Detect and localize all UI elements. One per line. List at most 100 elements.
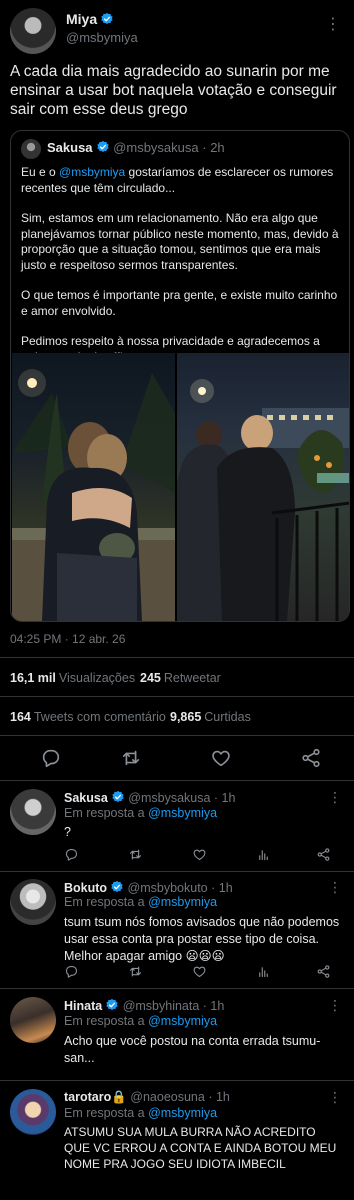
reply-text: ATSUMU SUA MULA BURRA NÃO ACREDITO QUE V…: [64, 1125, 337, 1171]
avatar[interactable]: [10, 997, 56, 1043]
quoted-text-p3: O que temos é importante pra gente, e ex…: [21, 288, 338, 318]
verified-icon: [110, 880, 124, 894]
tweet-timestamp[interactable]: 04:25 PM · 12 abr. 26: [10, 632, 125, 646]
views-label: Visualizações: [58, 671, 136, 685]
more-icon[interactable]: ⋮: [328, 1089, 342, 1106]
reply-icon[interactable]: [64, 847, 82, 865]
quoted-header: Sakusa @msbysakusa · 2h: [47, 140, 225, 155]
verified-icon: [105, 998, 119, 1012]
quoted-text-p2: Sim, estamos em um relacionamento. Não e…: [21, 211, 339, 272]
reply-author-name[interactable]: tarotaro🔒: [64, 1090, 127, 1104]
reply-actions: [64, 847, 346, 865]
quote-tweets-stat[interactable]: 164 Tweets com comentário: [10, 710, 166, 724]
reply-author-handle[interactable]: @msbyhinata: [123, 999, 200, 1013]
reply-time: · 1h: [211, 881, 233, 895]
verified-icon: [100, 12, 114, 26]
quoted-author-name: Sakusa: [47, 140, 93, 155]
retweets-stat[interactable]: 245 Retweetar: [140, 671, 221, 685]
avatar[interactable]: [10, 879, 56, 925]
reply-tweet[interactable]: Hinata @msbyhinata · 1h ⋮ Em resposta a …: [0, 989, 354, 1079]
reply-header: tarotaro🔒 @naoeosuna · 1h: [64, 1090, 230, 1105]
like-icon[interactable]: [192, 847, 210, 865]
retweet-icon[interactable]: [120, 747, 144, 771]
quoted-text: Eu e o @msbymiya gostaríamos de esclarec…: [21, 165, 341, 380]
retweet-icon[interactable]: [128, 964, 146, 982]
photo-hug[interactable]: [12, 353, 175, 621]
quoted-text-p1-pre: Eu e o: [21, 165, 60, 179]
avatar[interactable]: [10, 8, 56, 54]
reply-tweet[interactable]: Sakusa @msbysakusa · 1h ⋮ Em resposta a …: [0, 781, 354, 871]
mention-link[interactable]: @msbymiya: [148, 895, 217, 909]
divider: [0, 657, 354, 658]
quoted-avatar: [21, 139, 41, 159]
reply-tweet[interactable]: tarotaro🔒 @naoeosuna · 1h ⋮ Em resposta …: [0, 1081, 354, 1200]
quoted-author-handle: @msbysakusa: [113, 140, 199, 155]
reply-icon[interactable]: [64, 964, 82, 982]
reply-header: Hinata @msbyhinata · 1h: [64, 998, 224, 1013]
tweet-actions: [0, 747, 354, 771]
retweet-icon[interactable]: [128, 847, 146, 865]
views-count: 16,1 mil: [10, 671, 56, 685]
reply-author-name[interactable]: Hinata: [64, 999, 102, 1013]
avatar[interactable]: [10, 1089, 56, 1135]
more-icon[interactable]: ⋮: [328, 879, 342, 896]
mention-link[interactable]: @msbymiya: [148, 1106, 217, 1120]
reply-author-handle[interactable]: @msbybokuto: [128, 881, 208, 895]
reply-context: Em resposta a @msbymiya: [64, 1014, 217, 1028]
views-stat[interactable]: 16,1 mil Visualizações: [10, 671, 135, 685]
tweet-text: A cada dia mais agradecido ao sunarin po…: [10, 63, 337, 118]
reply-author-name[interactable]: Bokuto: [64, 881, 107, 895]
quote-tweets-label: Tweets com comentário: [33, 710, 166, 724]
author-handle[interactable]: @msbymiya: [66, 30, 138, 45]
reply-header: Bokuto @msbybokuto · 1h: [64, 880, 233, 895]
reply-context: Em resposta a @msbymiya: [64, 806, 217, 820]
reply-text: tsum tsum nós fomos avisados que não pod…: [64, 915, 340, 963]
likes-label: Curtidas: [204, 710, 251, 724]
likes-count: 9,865: [170, 710, 202, 724]
stats-icon[interactable]: [256, 847, 274, 865]
more-icon[interactable]: ⋮: [328, 789, 342, 806]
mention-link[interactable]: @msbymiya: [59, 165, 125, 179]
quoted-tweet[interactable]: Sakusa @msbysakusa · 2h Eu e o @msbymiya…: [10, 130, 350, 622]
reply-context-label: Em resposta a: [64, 1014, 145, 1028]
reply-actions: [64, 964, 346, 982]
retweets-label: Retweetar: [163, 671, 221, 685]
avatar[interactable]: [10, 789, 56, 835]
verified-icon: [96, 140, 110, 154]
verified-icon: [111, 790, 125, 804]
retweets-count: 245: [140, 671, 161, 685]
reply-tweet[interactable]: Bokuto @msbybokuto · 1h ⋮ Em resposta a …: [0, 872, 354, 987]
reply-context: Em resposta a @msbymiya: [64, 895, 217, 909]
reply-author-name[interactable]: Sakusa: [64, 791, 108, 805]
reply-time: · 1h: [213, 791, 236, 805]
reply-context-label: Em resposta a: [64, 895, 145, 909]
quoted-time: · 2h: [202, 140, 225, 155]
like-icon[interactable]: [192, 964, 210, 982]
photo-balcony[interactable]: [177, 353, 349, 621]
divider: [0, 735, 354, 736]
reply-context-label: Em resposta a: [64, 806, 145, 820]
author-name[interactable]: Miya: [66, 11, 114, 27]
stats-icon[interactable]: [256, 964, 274, 982]
reply-author-handle[interactable]: @msbysakusa: [128, 791, 210, 805]
mention-link[interactable]: @msbymiya: [148, 806, 217, 820]
more-icon[interactable]: ⋮: [325, 14, 342, 34]
share-icon[interactable]: [300, 747, 324, 771]
author-name-text[interactable]: Miya: [66, 11, 97, 27]
reply-header: Sakusa @msbysakusa · 1h: [64, 790, 235, 805]
reply-context-label: Em resposta a: [64, 1106, 145, 1120]
divider: [0, 696, 354, 697]
reply-context: Em resposta a @msbymiya: [64, 1106, 217, 1120]
mention-link[interactable]: @msbymiya: [148, 1014, 217, 1028]
likes-stat[interactable]: 9,865 Curtidas: [170, 710, 251, 724]
reply-author-handle[interactable]: @naoeosuna: [130, 1090, 205, 1104]
more-icon[interactable]: ⋮: [328, 997, 342, 1014]
reply-time: · 1h: [208, 1090, 230, 1104]
reply-time: · 1h: [202, 999, 225, 1013]
share-icon[interactable]: [316, 964, 334, 982]
share-icon[interactable]: [316, 847, 334, 865]
reply-actions: [64, 1057, 346, 1075]
reply-icon[interactable]: [40, 747, 64, 771]
like-icon[interactable]: [210, 747, 234, 771]
reply-text: ?: [64, 825, 71, 839]
